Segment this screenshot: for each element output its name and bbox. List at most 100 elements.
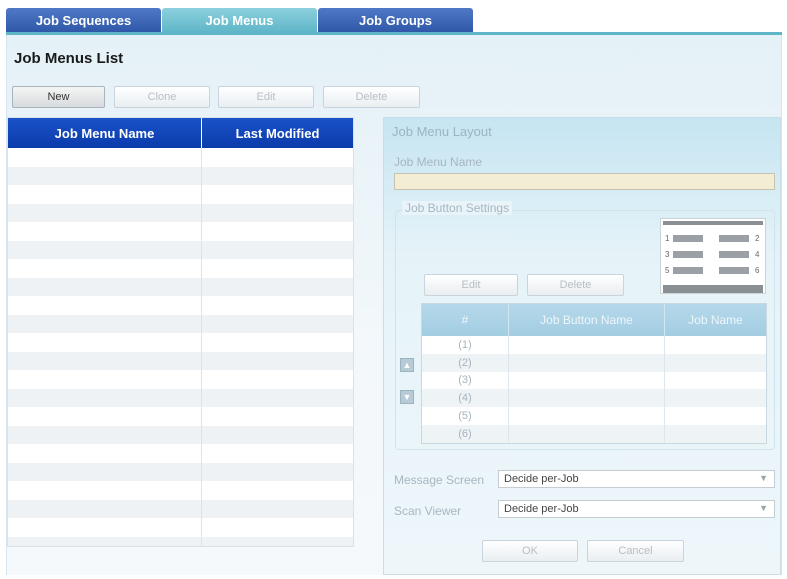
table-row[interactable] — [8, 185, 353, 204]
table-cell-job-menu-name — [8, 518, 202, 537]
grid-row[interactable]: (1) — [422, 336, 766, 354]
table-cell-last-modified — [202, 407, 353, 426]
job-button-grid: # Job Button Name Job Name (1) (2) (3) (… — [421, 303, 767, 444]
grid-row-number: (4) — [422, 389, 509, 408]
preview-number: 6 — [755, 266, 760, 275]
button-delete[interactable]: Delete — [527, 274, 624, 296]
table-row[interactable] — [8, 333, 353, 352]
grid-row[interactable]: (6) — [422, 425, 766, 443]
grid-row-number: (3) — [422, 371, 509, 390]
table-row[interactable] — [8, 499, 353, 519]
table-cell-last-modified — [202, 315, 353, 334]
table-cell-job-menu-name — [8, 425, 202, 444]
layout-preview: 1 2 3 4 5 6 — [660, 218, 766, 294]
grid-header-job-button-name: Job Button Name — [509, 304, 665, 336]
table-header: Job Menu Name Last Modified — [8, 118, 353, 148]
grid-row-job-name — [665, 336, 766, 354]
job-menu-name-input[interactable] — [394, 173, 775, 190]
table-row[interactable] — [8, 444, 353, 463]
table-row[interactable] — [8, 425, 353, 445]
message-screen-select[interactable]: Decide per-Job ▼ — [498, 470, 775, 488]
table-cell-last-modified — [202, 148, 353, 167]
grid-row[interactable]: (5) — [422, 407, 766, 425]
table-cell-last-modified — [202, 481, 353, 500]
table-row[interactable] — [8, 277, 353, 297]
table-cell-last-modified — [202, 167, 353, 186]
move-up-button[interactable]: ▲ — [400, 358, 414, 372]
table-cell-last-modified — [202, 241, 353, 260]
grid-row[interactable]: (3) — [422, 371, 766, 390]
chevron-down-icon: ▼ — [759, 503, 768, 513]
scan-viewer-label: Scan Viewer — [394, 504, 462, 518]
table-row[interactable] — [8, 166, 353, 186]
table-row[interactable] — [8, 148, 353, 167]
table-cell-last-modified — [202, 426, 353, 445]
table-row[interactable] — [8, 536, 353, 547]
grid-row-button-name — [509, 336, 665, 354]
layout-panel-title: Job Menu Layout — [392, 124, 492, 139]
table-cell-last-modified — [202, 389, 353, 408]
job-menu-name-label: Job Menu Name — [394, 155, 483, 169]
table-cell-job-menu-name — [8, 333, 202, 352]
ok-button[interactable]: OK — [482, 540, 578, 562]
table-row[interactable] — [8, 203, 353, 223]
table-row[interactable] — [8, 388, 353, 408]
preview-number: 3 — [665, 250, 670, 259]
grid-row-job-name — [665, 354, 766, 372]
table-cell-last-modified — [202, 278, 353, 297]
new-button[interactable]: New — [12, 86, 105, 108]
column-header-job-menu-name[interactable]: Job Menu Name — [8, 118, 202, 148]
table-cell-last-modified — [202, 500, 353, 519]
table-row[interactable] — [8, 259, 353, 278]
table-cell-job-menu-name — [8, 148, 202, 167]
tab-job-groups[interactable]: Job Groups — [318, 8, 473, 32]
table-cell-last-modified — [202, 370, 353, 389]
table-row[interactable] — [8, 351, 353, 370]
table-cell-job-menu-name — [8, 536, 202, 546]
table-cell-last-modified — [202, 204, 353, 223]
grid-row[interactable]: (2) — [422, 353, 766, 372]
table-row[interactable] — [8, 462, 353, 481]
preview-number: 1 — [665, 234, 670, 243]
grid-row-button-name — [509, 425, 665, 443]
cancel-button[interactable]: Cancel — [587, 540, 684, 562]
grid-row[interactable]: (4) — [422, 389, 766, 408]
triangle-up-icon: ▲ — [402, 360, 412, 370]
move-down-button[interactable]: ▼ — [400, 390, 414, 404]
table-cell-job-menu-name — [8, 444, 202, 463]
table-row[interactable] — [8, 370, 353, 389]
grid-row-number: (1) — [422, 336, 509, 354]
delete-button[interactable]: Delete — [323, 86, 420, 108]
triangle-down-icon: ▼ — [402, 392, 412, 402]
column-header-last-modified[interactable]: Last Modified — [202, 118, 353, 148]
grid-row-job-name — [665, 407, 766, 425]
scan-viewer-select[interactable]: Decide per-Job ▼ — [498, 500, 775, 518]
tab-job-sequences[interactable]: Job Sequences — [6, 8, 161, 32]
table-row[interactable] — [8, 407, 353, 426]
grid-row-job-name — [665, 389, 766, 407]
grid-header: # Job Button Name Job Name — [422, 304, 766, 336]
table-row[interactable] — [8, 240, 353, 260]
message-screen-value: Decide per-Job — [504, 473, 579, 485]
grid-row-button-name — [509, 353, 665, 372]
table-row[interactable] — [8, 481, 353, 500]
table-cell-job-menu-name — [8, 166, 202, 185]
button-edit[interactable]: Edit — [424, 274, 518, 296]
scan-viewer-value: Decide per-Job — [504, 503, 579, 515]
table-row[interactable] — [8, 518, 353, 537]
table-cell-job-menu-name — [8, 462, 202, 481]
grid-row-button-name — [509, 389, 665, 408]
tab-job-menus[interactable]: Job Menus — [162, 8, 317, 32]
tab-bar: Job Sequences Job Menus Job Groups — [0, 0, 787, 34]
edit-button[interactable]: Edit — [218, 86, 314, 108]
table-row[interactable] — [8, 314, 353, 334]
page-title: Job Menus List — [14, 50, 124, 67]
tab-label: Job Groups — [359, 12, 432, 28]
grid-row-button-name — [509, 407, 665, 425]
table-row[interactable] — [8, 222, 353, 241]
tab-label: Job Sequences — [35, 12, 132, 28]
clone-button[interactable]: Clone — [114, 86, 210, 108]
table-row[interactable] — [8, 296, 353, 315]
table-cell-last-modified — [202, 537, 353, 547]
grid-row-job-name — [665, 372, 766, 390]
